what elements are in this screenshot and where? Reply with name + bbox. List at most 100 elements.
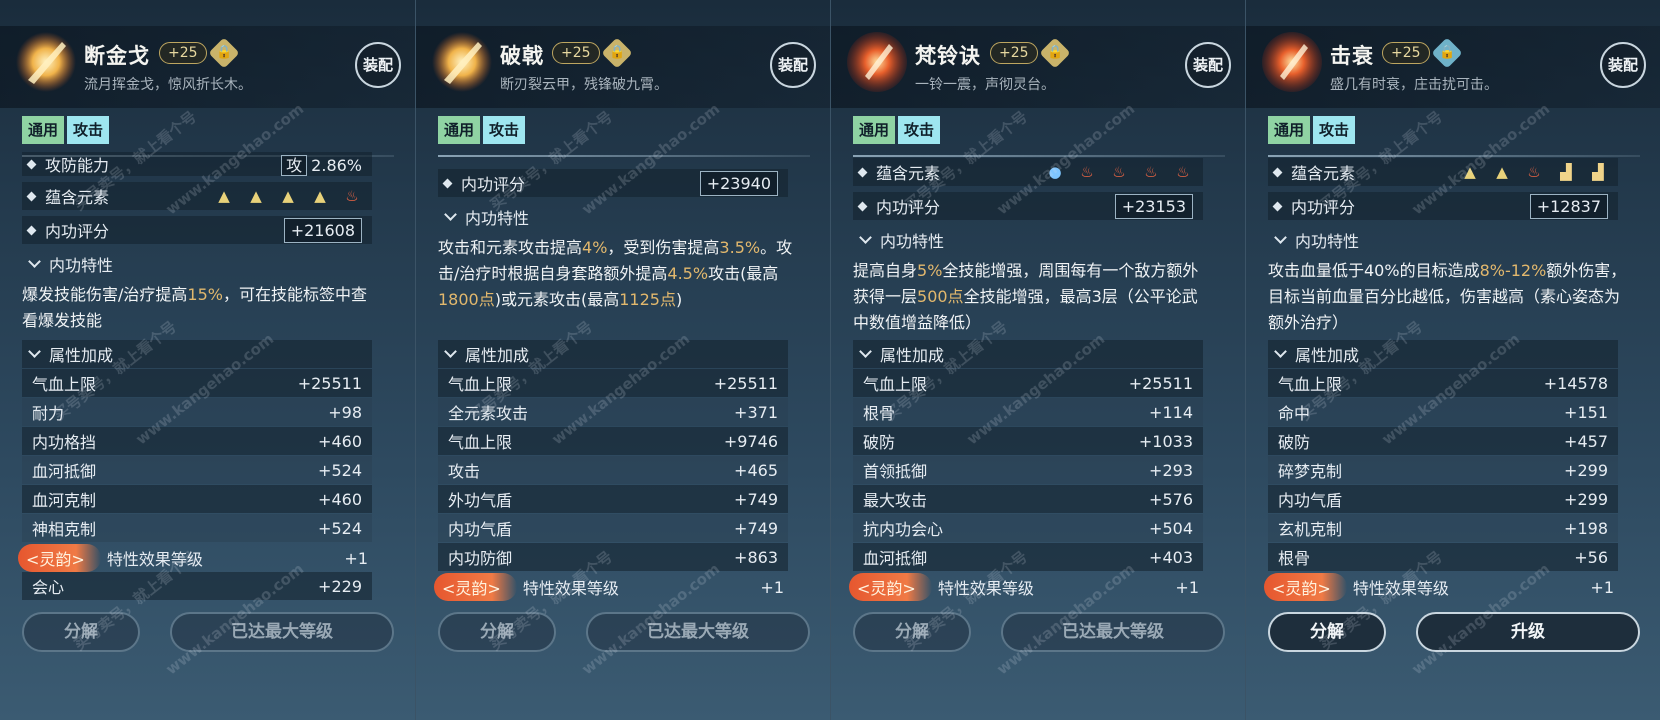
rock-block-icon: ▟ bbox=[1592, 163, 1604, 181]
lingyun-label: <灵韵> 特性效果等级 bbox=[18, 544, 203, 572]
row-label-text: 内功评分 bbox=[1291, 198, 1356, 217]
lock-icon[interactable]: 🔒 bbox=[208, 37, 240, 69]
attr-row: 根骨 +114 bbox=[853, 398, 1203, 426]
skill-emblem-icon bbox=[430, 30, 494, 94]
tag-general[interactable]: 通用 bbox=[22, 116, 65, 144]
lingyun-pill: <灵韵> bbox=[849, 573, 932, 601]
element-row: 蕴含元素 ▲ ▲ ♨ ▟ ▟ bbox=[1268, 158, 1618, 186]
lingyun-label: <灵韵> 特性效果等级 bbox=[1264, 573, 1449, 601]
trait-title: 内功特性 bbox=[465, 209, 530, 228]
skill-panel-4: 击衰 +25 🔒 盛几有时衰，庄击扰可击。 装配 通用 攻击 蕴含元素 ▲ ▲ ♨ ▟ ▟ 内功评分 +12… bbox=[1245, 0, 1660, 720]
tag-general[interactable]: 通用 bbox=[853, 116, 896, 144]
tag-list: 通用 攻击 bbox=[22, 116, 110, 144]
lock-icon[interactable]: 🔒 bbox=[601, 37, 633, 69]
tag-attack[interactable]: 攻击 bbox=[898, 116, 941, 144]
attr-name: 血河抵御 bbox=[32, 462, 97, 481]
lock-icon[interactable]: 🔒 bbox=[1039, 37, 1071, 69]
attr-header[interactable]: 属性加成 bbox=[853, 340, 1203, 368]
attr-header[interactable]: 属性加成 bbox=[22, 340, 372, 368]
lingyun-pill: <灵韵> bbox=[1264, 573, 1347, 601]
equip-button[interactable]: 装配 bbox=[1600, 42, 1646, 88]
attr-name: 血河抵御 bbox=[863, 549, 928, 568]
row-label: 攻防能力 bbox=[26, 152, 110, 176]
highlight-value: 5% bbox=[917, 261, 943, 280]
attr-name: 气血上限 bbox=[448, 433, 513, 452]
trait-header-label: 内功特性 bbox=[859, 228, 944, 252]
trait-header[interactable]: 内功特性 bbox=[438, 203, 788, 231]
attr-row: 根骨 +56 bbox=[1268, 543, 1618, 571]
fire-icon: ♨ bbox=[1527, 163, 1541, 181]
tag-attack[interactable]: 攻击 bbox=[1313, 116, 1356, 144]
attr-name: 气血上限 bbox=[448, 375, 513, 394]
trait-title: 内功特性 bbox=[880, 232, 945, 251]
decompose-button[interactable]: 分解 bbox=[853, 612, 971, 652]
rock-block-icon: ▟ bbox=[1560, 163, 1572, 181]
score-value: +21608 bbox=[283, 217, 362, 243]
tag-attack[interactable]: 攻击 bbox=[67, 116, 110, 144]
tag-general[interactable]: 通用 bbox=[438, 116, 481, 144]
row-label: 内功评分 bbox=[26, 218, 109, 242]
lock-icon[interactable]: 🔒 bbox=[1431, 37, 1463, 69]
panel-header: 击衰 +25 🔒 盛几有时衰，庄击扰可击。 装配 bbox=[1246, 26, 1660, 108]
tag-general[interactable]: 通用 bbox=[1268, 116, 1311, 144]
upgrade-button[interactable]: 升级 bbox=[1416, 612, 1640, 652]
attr-value: +25511 bbox=[297, 373, 362, 393]
attr-row: 外功气盾 +749 bbox=[438, 485, 788, 513]
attr-row: 气血上限 +25511 bbox=[22, 369, 372, 397]
attack-defense-row: 攻防能力 攻 2.86% bbox=[22, 152, 372, 176]
decompose-button[interactable]: 分解 bbox=[1268, 612, 1386, 652]
row-label-text: 内功评分 bbox=[461, 175, 526, 194]
attr-name: 最大攻击 bbox=[863, 491, 928, 510]
attr-name: 根骨 bbox=[1278, 549, 1311, 568]
row-label-text: 攻防能力 bbox=[45, 156, 110, 175]
desc-text: 攻击和元素攻击提高 bbox=[438, 238, 583, 257]
lingyun-value: +1 bbox=[760, 577, 784, 597]
equip-button[interactable]: 装配 bbox=[1185, 42, 1231, 88]
lingyun-row: <灵韵> 特性效果等级 +1 bbox=[849, 572, 1209, 602]
rock-triangle-icon: ▲ bbox=[314, 187, 326, 205]
attr-name: 气血上限 bbox=[32, 375, 97, 394]
skill-panel-2: 破戟 +25 🔒 断刃裂云甲，残锋破九霄。 装配 通用 攻击 内功评分 +23940 内功特性 攻击… bbox=[415, 0, 830, 720]
score-row: 内功评分 +12837 bbox=[1268, 192, 1618, 220]
chevron-down-icon bbox=[28, 345, 41, 358]
trait-description: 提高自身5%全技能增强，周围每有一个敌方额外获得一层500点全技能增强，最高3层… bbox=[853, 258, 1213, 336]
lingyun-text: 特性效果等级 bbox=[522, 579, 619, 598]
tag-attack[interactable]: 攻击 bbox=[483, 116, 526, 144]
trait-header[interactable]: 内功特性 bbox=[1268, 226, 1618, 254]
max-level-button[interactable]: 已达最大等级 bbox=[1001, 612, 1225, 652]
max-level-button[interactable]: 已达最大等级 bbox=[586, 612, 810, 652]
attr-header[interactable]: 属性加成 bbox=[1268, 340, 1618, 368]
attr-row: 玄机克制 +198 bbox=[1268, 514, 1618, 542]
row-label-text: 蕴含元素 bbox=[45, 188, 110, 207]
percent-value: 2.86% bbox=[311, 156, 362, 175]
chevron-down-icon bbox=[859, 231, 872, 244]
attr-header[interactable]: 属性加成 bbox=[438, 340, 788, 368]
equip-button[interactable]: 装配 bbox=[770, 42, 816, 88]
score-value: +23153 bbox=[1114, 193, 1193, 219]
attr-row: 内功气盾 +299 bbox=[1268, 485, 1618, 513]
row-label: 内功评分 bbox=[442, 171, 526, 195]
chevron-down-icon bbox=[28, 255, 41, 268]
decompose-button[interactable]: 分解 bbox=[438, 612, 556, 652]
decompose-button[interactable]: 分解 bbox=[22, 612, 140, 652]
fire-icon: ♨ bbox=[1176, 163, 1190, 181]
level-badge: +25 bbox=[1382, 42, 1430, 64]
equip-button[interactable]: 装配 bbox=[355, 42, 401, 88]
trait-header[interactable]: 内功特性 bbox=[853, 226, 1203, 254]
lingyun-value: +1 bbox=[1175, 577, 1199, 597]
chevron-down-icon bbox=[859, 345, 872, 358]
attr-row: 碎梦克制 +299 bbox=[1268, 456, 1618, 484]
panel-header: 断金戈 +25 🔒 流月挥金戈，惊风折长木。 装配 bbox=[0, 26, 415, 108]
max-level-button[interactable]: 已达最大等级 bbox=[170, 612, 394, 652]
highlight-value: 15% bbox=[187, 285, 223, 304]
score-value: +23940 bbox=[699, 170, 778, 196]
water-drop-icon: ● bbox=[1048, 163, 1062, 181]
highlight-value: 1800点 bbox=[438, 290, 495, 309]
attr-row: 内功气盾 +749 bbox=[438, 514, 788, 542]
skill-motto: 断刃裂云甲，残锋破九霄。 bbox=[500, 77, 668, 93]
element-icons: ▲ ▲ ▲ ▲ ♨ bbox=[214, 186, 362, 206]
attr-value: +576 bbox=[1149, 489, 1193, 509]
level-badge: +25 bbox=[159, 42, 207, 64]
score-value: +12837 bbox=[1529, 193, 1608, 219]
trait-header[interactable]: 内功特性 bbox=[22, 250, 372, 278]
